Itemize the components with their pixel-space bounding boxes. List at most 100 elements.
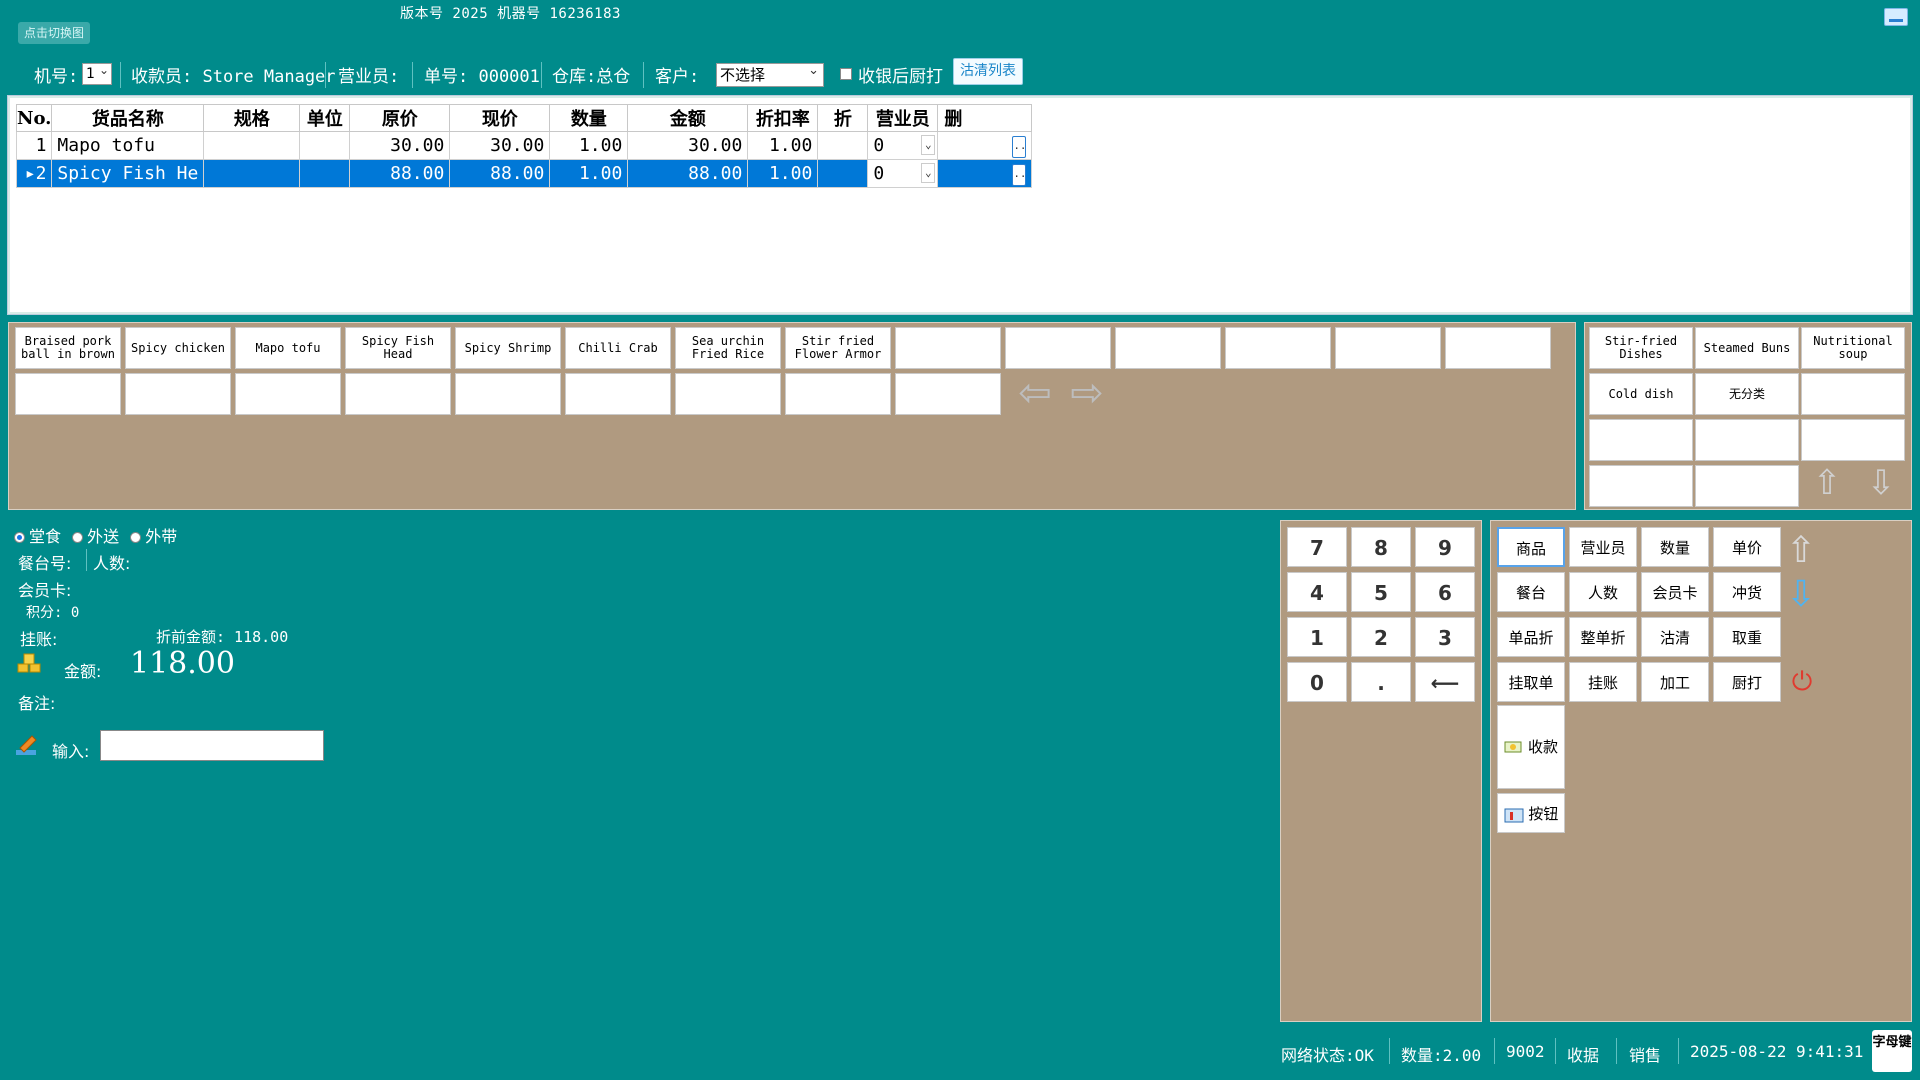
category-button[interactable] [1695, 419, 1799, 461]
product-button[interactable] [1445, 327, 1551, 369]
function-button[interactable]: 人数 [1569, 572, 1637, 612]
input-field[interactable] [100, 730, 324, 761]
product-button[interactable]: Spicy chicken [125, 327, 231, 369]
cell-delete: .. [937, 159, 1033, 188]
numpad-key[interactable]: 7 [1287, 527, 1347, 567]
function-button[interactable]: 营业员 [1569, 527, 1637, 567]
chevron-down-icon[interactable]: ⌄ [921, 135, 936, 155]
product-button[interactable] [565, 373, 671, 415]
cell-spec [203, 159, 301, 188]
product-button[interactable]: Mapo tofu [235, 327, 341, 369]
customer-select[interactable]: 不选择 [716, 60, 824, 87]
product-button[interactable] [1115, 327, 1221, 369]
product-button[interactable] [125, 373, 231, 415]
function-button[interactable]: 沽清 [1641, 617, 1709, 657]
function-button[interactable]: 冲货 [1713, 572, 1781, 612]
radio-dine-in[interactable] [14, 532, 25, 543]
points-label: 积分: 0 [26, 605, 80, 621]
product-button[interactable] [895, 373, 1001, 415]
product-button[interactable] [235, 373, 341, 415]
product-button[interactable] [675, 373, 781, 415]
product-button[interactable]: Sea urchin Fried Rice [675, 327, 781, 369]
function-button[interactable]: 餐台 [1497, 572, 1565, 612]
cell-unit [299, 159, 351, 188]
arrow-left-icon[interactable]: ⇦ [1015, 373, 1055, 413]
clear-list-button[interactable]: 沽清列表 [953, 58, 1023, 85]
delete-row-button[interactable]: .. [1012, 136, 1027, 158]
product-button[interactable]: Stir fried Flower Armor [785, 327, 891, 369]
category-button[interactable]: Nutritional soup [1801, 327, 1905, 369]
numpad-key[interactable]: 2 [1351, 617, 1411, 657]
function-button[interactable]: 厨打 [1713, 662, 1781, 702]
function-button[interactable]: 取重 [1713, 617, 1781, 657]
function-button[interactable]: 加工 [1641, 662, 1709, 702]
numpad-key[interactable]: ⟵ [1415, 662, 1475, 702]
product-button[interactable] [1225, 327, 1331, 369]
numpad-key[interactable]: 9 [1415, 527, 1475, 567]
switch-image-badge[interactable]: 点击切换图 [18, 22, 90, 44]
function-button[interactable]: 单品折 [1497, 617, 1565, 657]
table-row[interactable]: 1 Mapo tofu 30.00 30.00 1.00 30.00 1.00 … [15, 131, 1033, 160]
arrow-down-icon[interactable]: ⇩ [1865, 465, 1897, 501]
cell-staff-dropdown[interactable]: 0 ⌄ [867, 159, 939, 188]
arrow-up-icon[interactable]: ⇧ [1783, 531, 1819, 571]
product-button[interactable]: Spicy Shrimp [455, 327, 561, 369]
coins-icon [17, 653, 41, 673]
product-button[interactable] [455, 373, 561, 415]
radio-takeaway[interactable] [130, 532, 142, 543]
numpad-key[interactable]: 6 [1415, 572, 1475, 612]
category-button[interactable] [1801, 419, 1905, 461]
category-button[interactable] [1695, 465, 1799, 507]
letter-keyboard-button[interactable]: 字母键 [1872, 1030, 1912, 1072]
table-row[interactable]: ▸2 Spicy Fish He 88.00 88.00 1.00 88.00 … [15, 159, 1033, 188]
remark-label: 备注: [18, 694, 56, 713]
product-button[interactable]: Chilli Crab [565, 327, 671, 369]
function-button[interactable]: 整单折 [1569, 617, 1637, 657]
power-icon[interactable]: ⏻ [1787, 667, 1817, 697]
product-button[interactable] [1335, 327, 1441, 369]
cell-orig-price: 88.00 [349, 159, 451, 188]
product-button[interactable] [1005, 327, 1111, 369]
category-button[interactable]: Steamed Buns [1695, 327, 1799, 369]
category-button[interactable] [1589, 419, 1693, 461]
product-button[interactable] [15, 373, 121, 415]
function-button[interactable]: 会员卡 [1641, 572, 1709, 612]
input-label: 输入: [52, 742, 90, 761]
numpad-key[interactable]: 5 [1351, 572, 1411, 612]
category-button[interactable] [1801, 373, 1905, 415]
category-button[interactable]: 无分类 [1695, 373, 1799, 415]
function-button[interactable]: 挂账 [1569, 662, 1637, 702]
buttons-config-button[interactable]: 按钮 [1497, 793, 1565, 833]
category-button[interactable] [1589, 465, 1693, 507]
product-button[interactable] [345, 373, 451, 415]
numpad-key[interactable]: 3 [1415, 617, 1475, 657]
machine-select[interactable]: 1 [82, 60, 112, 85]
chevron-down-icon[interactable]: ⌄ [921, 163, 936, 183]
numpad-key[interactable]: 0 [1287, 662, 1347, 702]
product-button[interactable] [785, 373, 891, 415]
cell-staff-dropdown[interactable]: 0 ⌄ [867, 131, 939, 160]
product-button[interactable] [895, 327, 1001, 369]
product-button[interactable]: Spicy Fish Head [345, 327, 451, 369]
category-button[interactable]: Cold dish [1589, 373, 1693, 415]
function-button[interactable]: 数量 [1641, 527, 1709, 567]
numpad-key[interactable]: . [1351, 662, 1411, 702]
radio-delivery[interactable] [72, 532, 84, 543]
numpad-key[interactable]: 1 [1287, 617, 1347, 657]
delete-row-button[interactable]: .. [1012, 164, 1027, 186]
category-button[interactable]: Stir-fried Dishes [1589, 327, 1693, 369]
status-code: 9002 [1506, 1042, 1545, 1061]
numpad-key[interactable]: 4 [1287, 572, 1347, 612]
arrow-up-icon[interactable]: ⇧ [1811, 465, 1843, 501]
minimize-icon[interactable] [1884, 8, 1908, 26]
arrow-down-icon[interactable]: ⇩ [1783, 575, 1819, 615]
arrow-right-icon[interactable]: ⇨ [1067, 373, 1107, 413]
function-button[interactable]: 单价 [1713, 527, 1781, 567]
function-button[interactable]: 挂取单 [1497, 662, 1565, 702]
col-amount: 金额 [627, 104, 749, 132]
numpad-key[interactable]: 8 [1351, 527, 1411, 567]
product-button[interactable]: Braised pork ball in brown [15, 327, 121, 369]
kitchen-print-checkbox[interactable] [840, 68, 852, 80]
checkout-button[interactable]: 收款 [1497, 705, 1565, 789]
function-button[interactable]: 商品 [1497, 527, 1565, 567]
